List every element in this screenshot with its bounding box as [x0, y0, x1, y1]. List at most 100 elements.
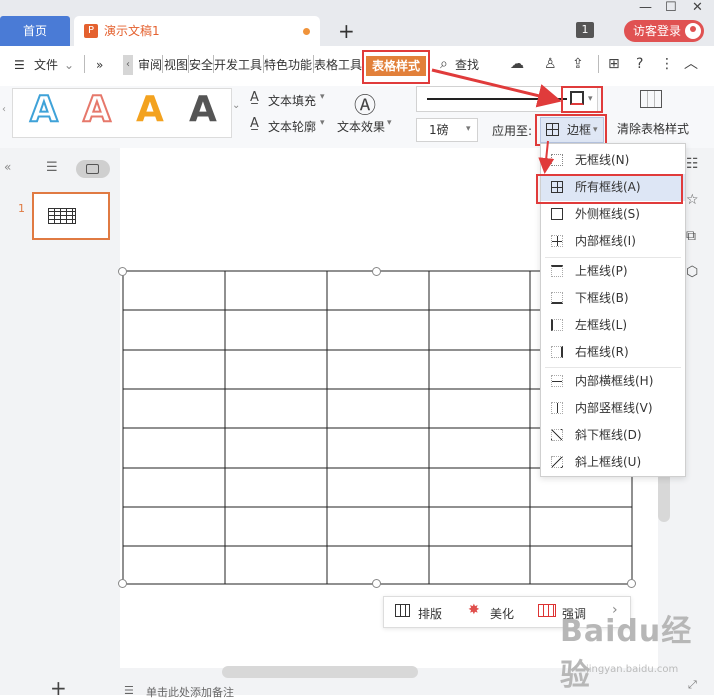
menu-item-bottom-border[interactable]: 下框线(B) [541, 285, 685, 312]
clear-table-style-button[interactable]: 清除表格样式 [617, 120, 689, 137]
close-icon[interactable]: ✕ [692, 1, 703, 14]
resize-handle[interactable] [372, 579, 381, 588]
menu-item-outside-borders[interactable]: 外侧框线(S) [541, 201, 685, 228]
text-style-orange[interactable]: A [136, 90, 164, 130]
tab-view[interactable]: 视图 [164, 57, 188, 73]
chevron-down-icon[interactable]: ▾ [387, 118, 392, 128]
divider [162, 55, 163, 73]
menu-item-left-border[interactable]: 左框线(L) [541, 312, 685, 339]
layout-icon[interactable] [395, 604, 410, 617]
text-effect-icon[interactable]: Ⓐ [354, 88, 376, 120]
search-icon[interactable]: ⌕ [440, 54, 448, 74]
animation-icon[interactable]: ☆ [686, 192, 699, 208]
apply-to-label: 应用至: [492, 124, 533, 138]
add-slide-button[interactable]: + [50, 676, 67, 700]
transition-icon[interactable]: ⧉ [686, 228, 696, 244]
text-outline-icon[interactable]: A̲ [250, 116, 259, 131]
chevron-down-icon[interactable]: ⌄ [64, 57, 74, 73]
search-label[interactable]: 查找 [455, 57, 479, 73]
avatar-icon [685, 23, 701, 39]
resize-handle[interactable] [118, 267, 127, 276]
diagonal-up-icon [551, 456, 563, 468]
window-count-badge[interactable]: 1 [576, 22, 594, 38]
tab-review[interactable]: 审阅 [138, 57, 162, 73]
chevron-down-icon[interactable]: ▾ [320, 92, 325, 102]
login-button[interactable]: 访客登录 [624, 20, 704, 42]
more-icon[interactable]: ⋮ [660, 54, 674, 74]
user-share-icon[interactable]: ♙ [544, 54, 557, 74]
menu-item-inside-horizontal[interactable]: 内部横框线(H) [541, 368, 685, 395]
tab-security[interactable]: 安全 [189, 57, 213, 73]
clear-table-style-icon[interactable] [640, 90, 662, 108]
no-border-icon [551, 154, 563, 166]
collapse-pane-icon[interactable]: « [4, 160, 11, 174]
presentation-icon: P [84, 24, 98, 38]
resize-handle[interactable] [118, 579, 127, 588]
chevron-down-icon: ▾ [593, 125, 598, 135]
text-fill-button[interactable]: 文本填充 [268, 92, 316, 109]
table-thumbnail-icon [48, 208, 76, 224]
menu-item-inside-vertical[interactable]: 内部竖框线(V) [541, 395, 685, 422]
cube-icon[interactable]: ⬡ [686, 264, 698, 280]
tab-developer[interactable]: 开发工具 [214, 57, 262, 73]
scroll-left-icon[interactable]: ‹ [2, 104, 6, 115]
chevron-down-icon[interactable]: ▾ [320, 118, 325, 128]
cloud-icon[interactable]: ☁ [510, 54, 524, 74]
maximize-icon[interactable]: ☐ [665, 1, 677, 14]
slide-thumbnail[interactable] [32, 192, 110, 240]
menu-item-diagonal-up[interactable]: 斜上框线(U) [541, 449, 685, 476]
add-box-icon[interactable]: ⊞ [608, 54, 620, 74]
layout-button[interactable]: 排版 [418, 605, 442, 622]
text-style-gray[interactable]: A [189, 90, 217, 130]
file-menu[interactable]: 文件 [34, 57, 58, 73]
document-name: 演示文稿1 [104, 24, 160, 38]
inside-vertical-icon [551, 402, 563, 414]
left-border-icon [551, 319, 563, 331]
outline-view-icon[interactable]: ☰ [46, 160, 58, 175]
gallery-more-icon[interactable]: ⌄ [232, 100, 240, 111]
text-fill-icon[interactable]: A̲ [250, 90, 259, 105]
help-icon[interactable]: ? [636, 54, 643, 74]
text-outline-button[interactable]: 文本轮廓 [268, 118, 316, 135]
tab-document[interactable]: P 演示文稿1 [74, 16, 320, 46]
notes-placeholder[interactable]: 单击此处添加备注 [146, 684, 234, 700]
chevron-down-icon[interactable]: ▾ [466, 124, 471, 134]
resize-handle[interactable] [627, 579, 636, 588]
menu-item-right-border[interactable]: 右框线(R) [541, 339, 685, 366]
scroll-left-icon[interactable]: ‹ [123, 55, 133, 75]
text-effect-button[interactable]: 文本效果 [337, 118, 385, 135]
menu-item-no-border[interactable]: 无框线(N) [541, 147, 685, 174]
collapse-ribbon-icon[interactable]: ︿ [684, 54, 698, 74]
pen-color-icon[interactable] [570, 91, 584, 105]
tab-table-tools[interactable]: 表格工具 [314, 57, 362, 73]
beautify-icon[interactable]: ✸ [468, 602, 480, 618]
minimize-icon[interactable]: — [639, 1, 652, 14]
tab-table-style[interactable]: 表格样式 [366, 56, 426, 76]
top-border-icon [551, 265, 563, 277]
divider [598, 55, 599, 73]
properties-icon[interactable]: ☷ [686, 156, 699, 172]
border-button[interactable]: 边框 ▾ [540, 117, 604, 143]
more-tabs-button[interactable]: » [96, 57, 103, 73]
emphasize-icon[interactable] [538, 604, 556, 617]
inside-borders-icon [551, 235, 563, 247]
new-tab-button[interactable]: + [338, 20, 355, 42]
menu-item-diagonal-down[interactable]: 斜下框线(D) [541, 422, 685, 449]
divider [84, 55, 85, 73]
text-style-red-outline[interactable]: A [82, 89, 112, 131]
bottom-border-icon [551, 292, 563, 304]
tab-special[interactable]: 特色功能 [264, 57, 312, 73]
border-label: 边框 [567, 123, 592, 137]
notes-icon: ☰ [124, 684, 134, 697]
menu-item-inside-borders[interactable]: 内部框线(I) [541, 228, 685, 255]
resize-handle[interactable] [372, 267, 381, 276]
diagonal-down-icon [551, 429, 563, 441]
border-grid-icon [546, 123, 559, 136]
hamburger-icon[interactable]: ☰ [14, 57, 25, 73]
text-style-blue-outline[interactable]: A [29, 89, 59, 131]
share-icon[interactable]: ⇪ [572, 54, 584, 74]
beautify-button[interactable]: 美化 [490, 605, 514, 622]
tab-home[interactable]: 首页 [0, 16, 70, 46]
menu-item-top-border[interactable]: 上框线(P) [541, 258, 685, 285]
horizontal-scrollbar[interactable] [222, 666, 418, 678]
